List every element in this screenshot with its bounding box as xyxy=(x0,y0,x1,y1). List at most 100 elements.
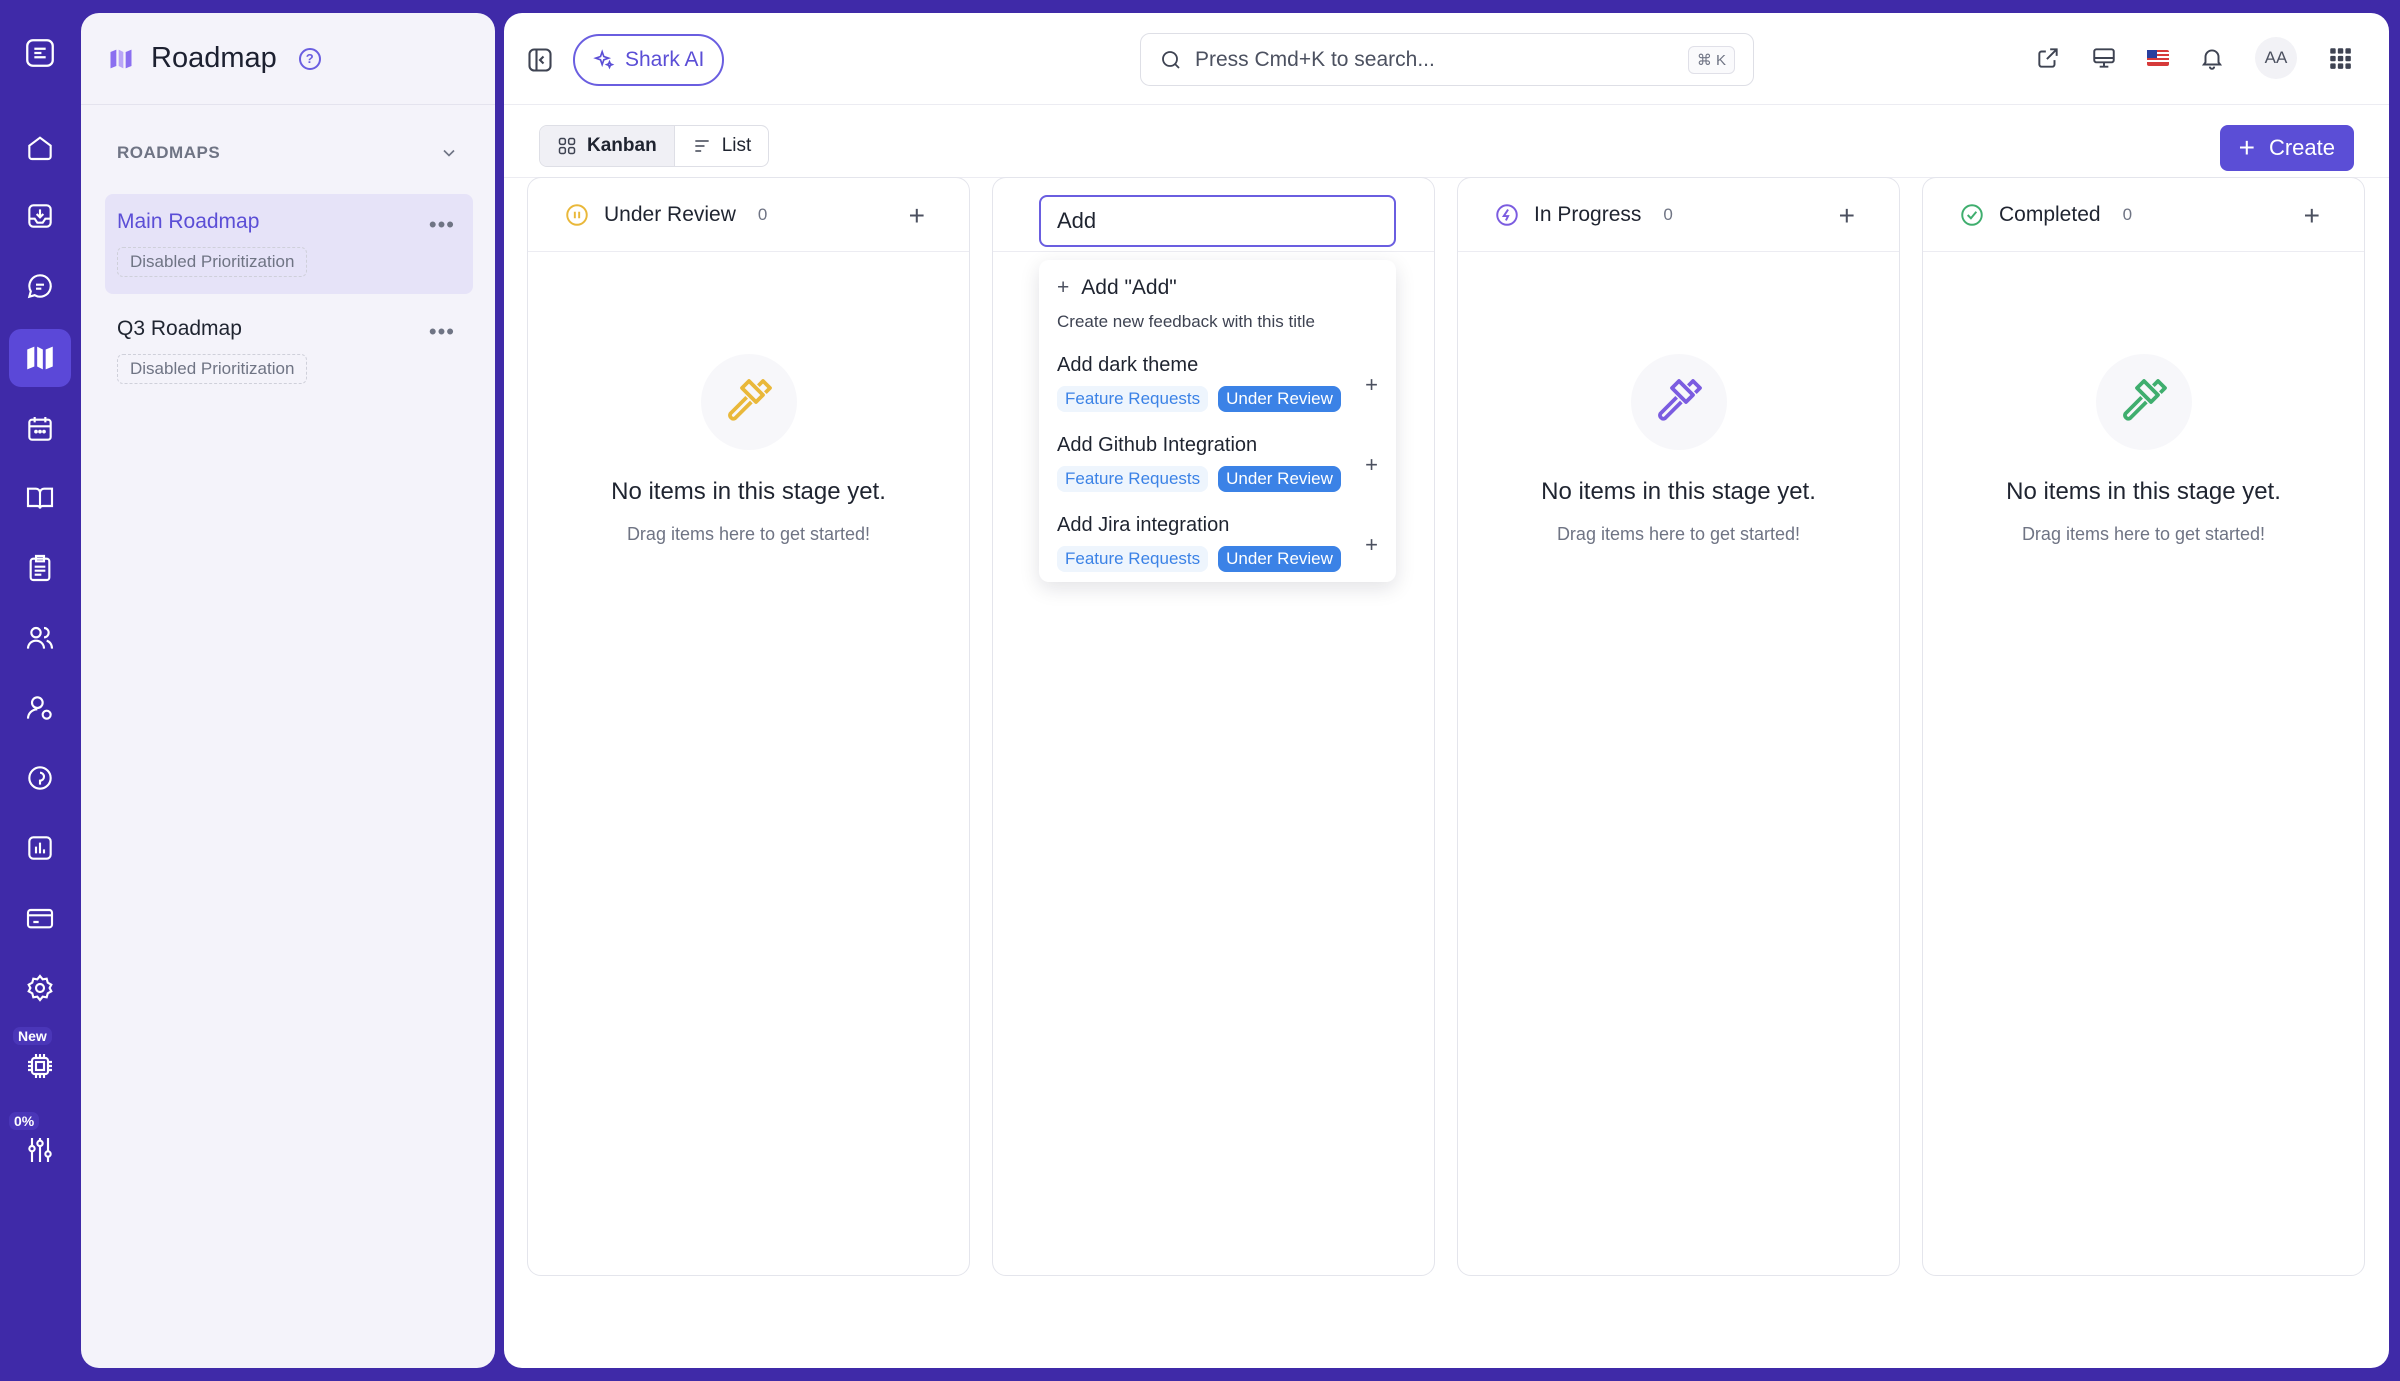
external-link-icon[interactable] xyxy=(2035,45,2061,71)
nav-inbox[interactable] xyxy=(9,187,71,245)
help-icon[interactable]: ? xyxy=(298,47,321,70)
nav-billing[interactable] xyxy=(9,889,71,947)
suggestion-item[interactable]: Add Github Integration Feature Requests … xyxy=(1057,434,1378,492)
add-item-button[interactable]: + xyxy=(1839,200,1855,232)
empty-state-subtitle: Drag items here to get started! xyxy=(626,524,871,544)
add-item-button[interactable]: + xyxy=(2304,200,2320,232)
roadmaps-section-label: ROADMAPS xyxy=(117,143,221,162)
empty-state-illustration xyxy=(1630,354,1727,450)
sidebar-title: Roadmap xyxy=(151,42,277,74)
column-title: In Progress xyxy=(1534,202,1642,226)
nav-home[interactable] xyxy=(9,118,71,176)
under-review-status-icon xyxy=(566,203,588,226)
main-panel: Shark AI ⌘ K AA Kanban List xyxy=(504,13,2389,1368)
app-nav-rail: New 0% xyxy=(0,0,81,1381)
user-avatar[interactable]: AA xyxy=(2255,37,2297,79)
chevron-down-icon[interactable] xyxy=(439,143,459,163)
sidebar-toggle-icon xyxy=(528,48,552,72)
sparkle-icon xyxy=(593,49,615,70)
us-flag-icon[interactable] xyxy=(2147,50,2169,66)
column-title: Completed xyxy=(1999,202,2101,226)
status-badge: Under Review xyxy=(1218,546,1341,572)
hammer-icon xyxy=(727,379,772,421)
nav-location[interactable] xyxy=(9,749,71,807)
chat-icon xyxy=(27,274,52,299)
top-right-actions: AA xyxy=(2035,37,2353,79)
nav-settings[interactable] xyxy=(9,959,71,1017)
monitor-icon[interactable] xyxy=(2091,45,2117,71)
create-button[interactable]: + Create xyxy=(2219,125,2354,171)
prioritization-chip: Disabled Prioritization xyxy=(117,247,308,277)
kanban-view-button[interactable]: Kanban xyxy=(540,126,675,166)
roadmap-sidebar: Roadmap ? ROADMAPS Main Roadmap Disabled… xyxy=(81,13,495,1368)
nav-calendar[interactable] xyxy=(9,400,71,458)
empty-state-subtitle: Drag items here to get started! xyxy=(1556,524,1801,544)
nav-user-settings[interactable] xyxy=(9,679,71,737)
shark-ai-button[interactable]: Shark AI xyxy=(573,34,725,86)
add-suggestion-button[interactable]: + xyxy=(1365,532,1378,558)
prioritization-chip: Disabled Prioritization xyxy=(117,354,308,384)
roadmap-item-name: Q3 Roadmap xyxy=(117,317,242,340)
more-options-icon[interactable]: ••• xyxy=(429,212,455,238)
view-toolbar: Kanban List + Create xyxy=(504,106,2389,178)
toggle-sidebar-button[interactable] xyxy=(526,46,554,74)
shark-ai-label: Shark AI xyxy=(625,48,705,71)
add-suggestion-button[interactable]: + xyxy=(1365,452,1378,478)
column-title: Under Review xyxy=(604,202,736,226)
roadmap-icon xyxy=(27,346,53,370)
clipboard-icon xyxy=(29,554,51,582)
roadmap-item-name: Main Roadmap xyxy=(117,210,260,233)
add-suggestion-button[interactable]: + xyxy=(1365,372,1378,398)
inbox-icon xyxy=(28,204,52,228)
calendar-icon xyxy=(28,417,52,441)
apps-grid-icon[interactable] xyxy=(2327,45,2353,71)
billing-card-icon xyxy=(26,908,54,929)
create-new-option[interactable]: + Add "Add" Create new feedback with thi… xyxy=(1057,276,1378,332)
list-label: List xyxy=(721,135,752,156)
list-view-button[interactable]: List xyxy=(675,126,769,166)
empty-state-subtitle: Drag items here to get started! xyxy=(2021,524,2266,544)
suggestion-title: Add Github Integration xyxy=(1057,434,1258,456)
hammer-icon xyxy=(2122,379,2167,421)
search-icon xyxy=(1162,50,1180,69)
roadmap-item-main[interactable]: Main Roadmap Disabled Prioritization ••• xyxy=(105,194,473,294)
nav-feedback[interactable] xyxy=(9,257,71,315)
nav-changelog[interactable] xyxy=(9,539,71,597)
nav-knowledge-base[interactable] xyxy=(9,469,71,527)
sliders-icon xyxy=(28,1138,52,1162)
column-count: 0 xyxy=(757,204,768,224)
global-search[interactable]: ⌘ K xyxy=(1140,33,1754,86)
search-input[interactable] xyxy=(1195,47,1753,72)
empty-state: No items in this stage yet. Drag items h… xyxy=(1923,354,2364,545)
roadmaps-section-header[interactable]: ROADMAPS xyxy=(117,143,459,163)
nav-analytics[interactable] xyxy=(9,819,71,877)
nav-setup-progress[interactable] xyxy=(9,1114,71,1172)
view-switcher: Kanban List xyxy=(539,125,770,167)
suggestion-title: Add dark theme xyxy=(1057,354,1199,376)
list-icon xyxy=(695,140,709,152)
suggestion-item[interactable]: Add Jira integration Feature Requests Un… xyxy=(1057,514,1378,572)
empty-state: No items in this stage yet. Drag items h… xyxy=(528,354,969,545)
board-tag: Feature Requests xyxy=(1057,546,1209,572)
board-tag: Feature Requests xyxy=(1057,466,1209,492)
nav-roadmap[interactable] xyxy=(9,329,71,387)
stage-column-under-review: Under Review 0 + No items in this stage … xyxy=(527,177,970,1276)
top-bar: Shark AI ⌘ K AA xyxy=(504,13,2389,105)
bell-icon[interactable] xyxy=(2199,45,2225,71)
empty-state-title: No items in this stage yet. xyxy=(1541,478,1816,505)
hammer-icon xyxy=(1657,379,1702,421)
nav-ai-chip[interactable] xyxy=(9,1030,71,1088)
nav-users[interactable] xyxy=(9,609,71,667)
search-shortcut-hint: ⌘ K xyxy=(1687,46,1735,74)
more-options-icon[interactable]: ••• xyxy=(429,319,455,345)
suggestion-item[interactable]: Add dark theme Feature Requests Under Re… xyxy=(1057,354,1378,412)
column-header: Under Review 0 + xyxy=(528,178,969,252)
location-pin-icon xyxy=(28,766,52,790)
collapse-nav-button[interactable] xyxy=(9,24,71,82)
add-item-button[interactable]: + xyxy=(909,200,925,232)
stage-column-new: + Add "Add" Create new feedback with thi… xyxy=(992,177,1435,1276)
analytics-icon xyxy=(28,836,52,860)
roadmap-item-q3[interactable]: Q3 Roadmap Disabled Prioritization ••• xyxy=(105,301,473,401)
board-tag: Feature Requests xyxy=(1057,386,1209,412)
new-item-title-input[interactable] xyxy=(1039,195,1396,247)
